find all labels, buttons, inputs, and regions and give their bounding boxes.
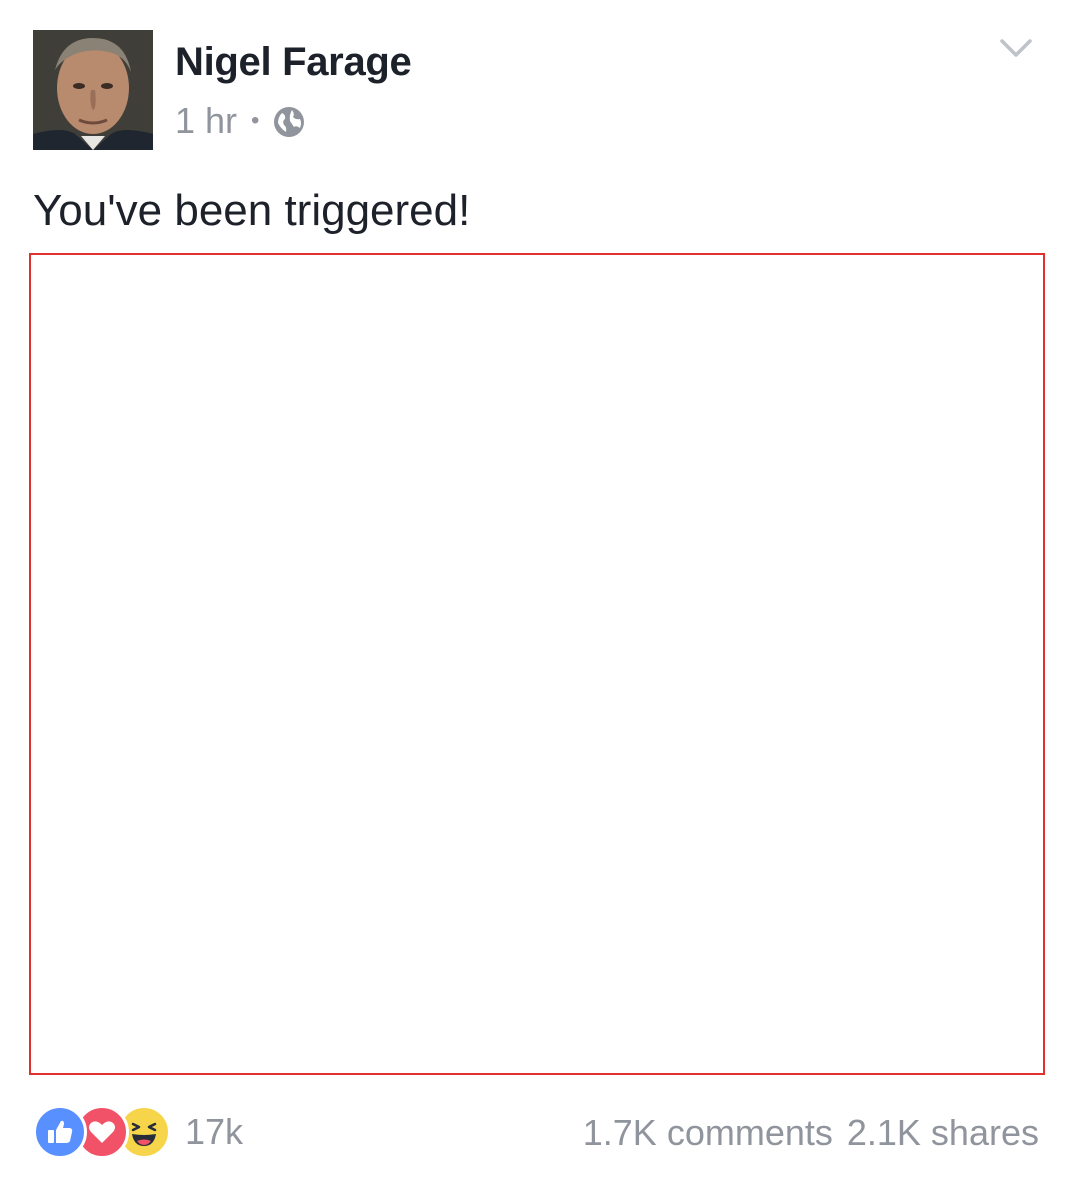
author-avatar[interactable] xyxy=(33,30,153,150)
author-name[interactable]: Nigel Farage xyxy=(175,40,412,85)
avatar-portrait xyxy=(33,30,153,150)
post-timestamp[interactable]: 1 hr xyxy=(175,100,237,142)
facebook-post: Nigel Farage 1 hr • You've been triggere… xyxy=(0,0,1077,1183)
post-meta: 1 hr • xyxy=(175,98,305,144)
meta-separator: • xyxy=(251,107,260,134)
shares-count-link[interactable]: 2.1K shares xyxy=(847,1112,1039,1154)
like-reaction-icon xyxy=(33,1105,87,1159)
post-text: You've been triggered! xyxy=(33,186,471,235)
comments-count-link[interactable]: 1.7K comments xyxy=(583,1112,833,1154)
engagement-stats: 1.7K comments 2.1K shares xyxy=(583,1108,1039,1158)
reaction-count: 17k xyxy=(185,1111,244,1152)
post-media[interactable] xyxy=(29,253,1045,1075)
reactions-summary[interactable]: 17k xyxy=(33,1104,243,1160)
chevron-down-icon[interactable] xyxy=(998,30,1034,66)
globe-icon xyxy=(273,105,305,137)
